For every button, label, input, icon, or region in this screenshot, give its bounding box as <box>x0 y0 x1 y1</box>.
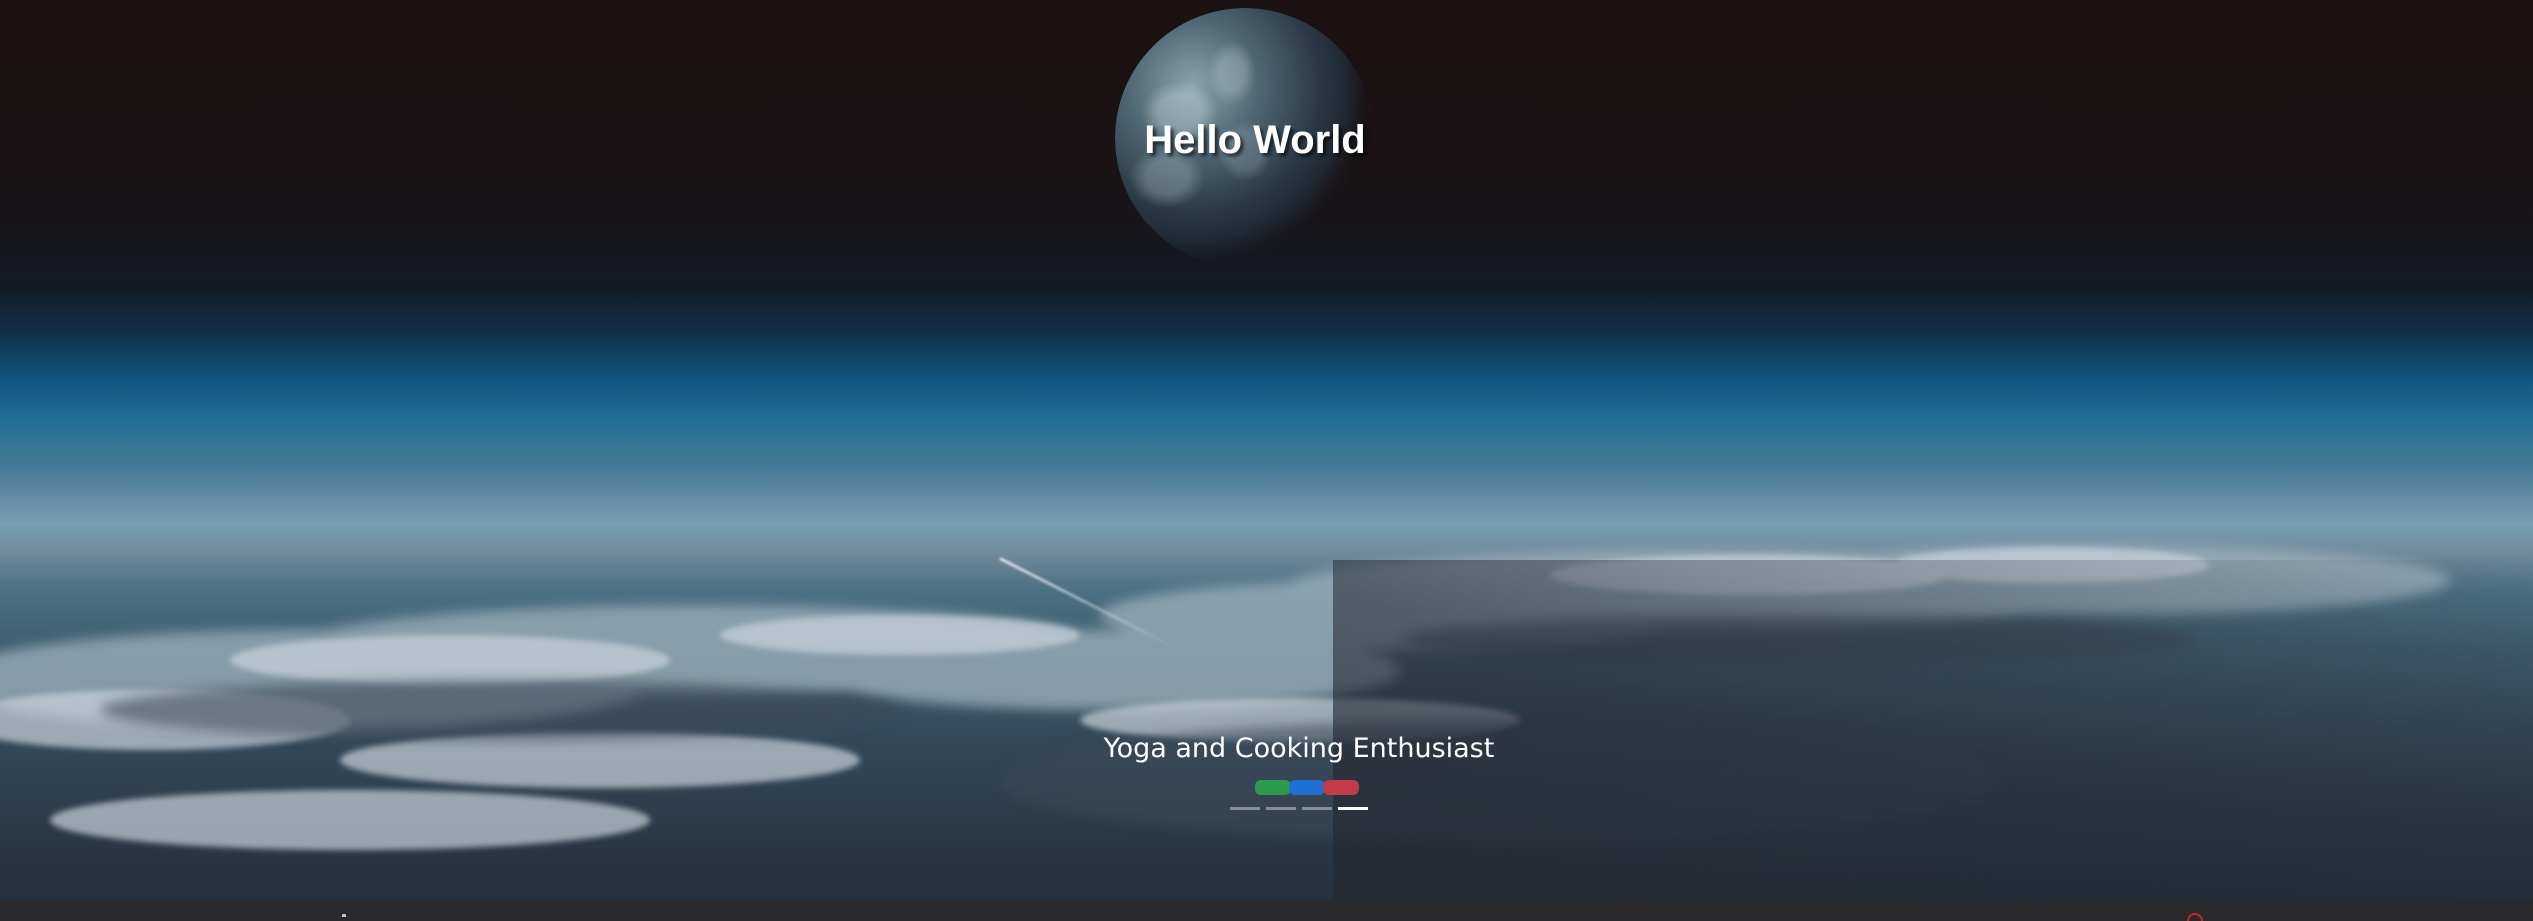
pill-red[interactable] <box>1323 780 1359 795</box>
pill-green[interactable] <box>1255 780 1291 795</box>
slide-indicator-2[interactable] <box>1266 807 1296 810</box>
pill-blue[interactable] <box>1289 780 1325 795</box>
slide-indicators <box>1230 807 1368 810</box>
hero-subtitle: Yoga and Cooking Enthusiast <box>1103 733 1495 764</box>
hero-title: Hello World <box>1144 118 1366 162</box>
hero-section: Hello World Yoga and Cooking Enthusiast <box>0 0 2533 901</box>
slide-indicator-3[interactable] <box>1302 807 1332 810</box>
footer-mark-icon <box>342 914 346 917</box>
footer-bar <box>0 901 2533 921</box>
slide-indicator-1[interactable] <box>1230 807 1260 810</box>
shadow-overlay <box>1333 560 2533 901</box>
slide-indicator-4[interactable] <box>1338 807 1368 810</box>
color-pills <box>1255 780 1359 795</box>
